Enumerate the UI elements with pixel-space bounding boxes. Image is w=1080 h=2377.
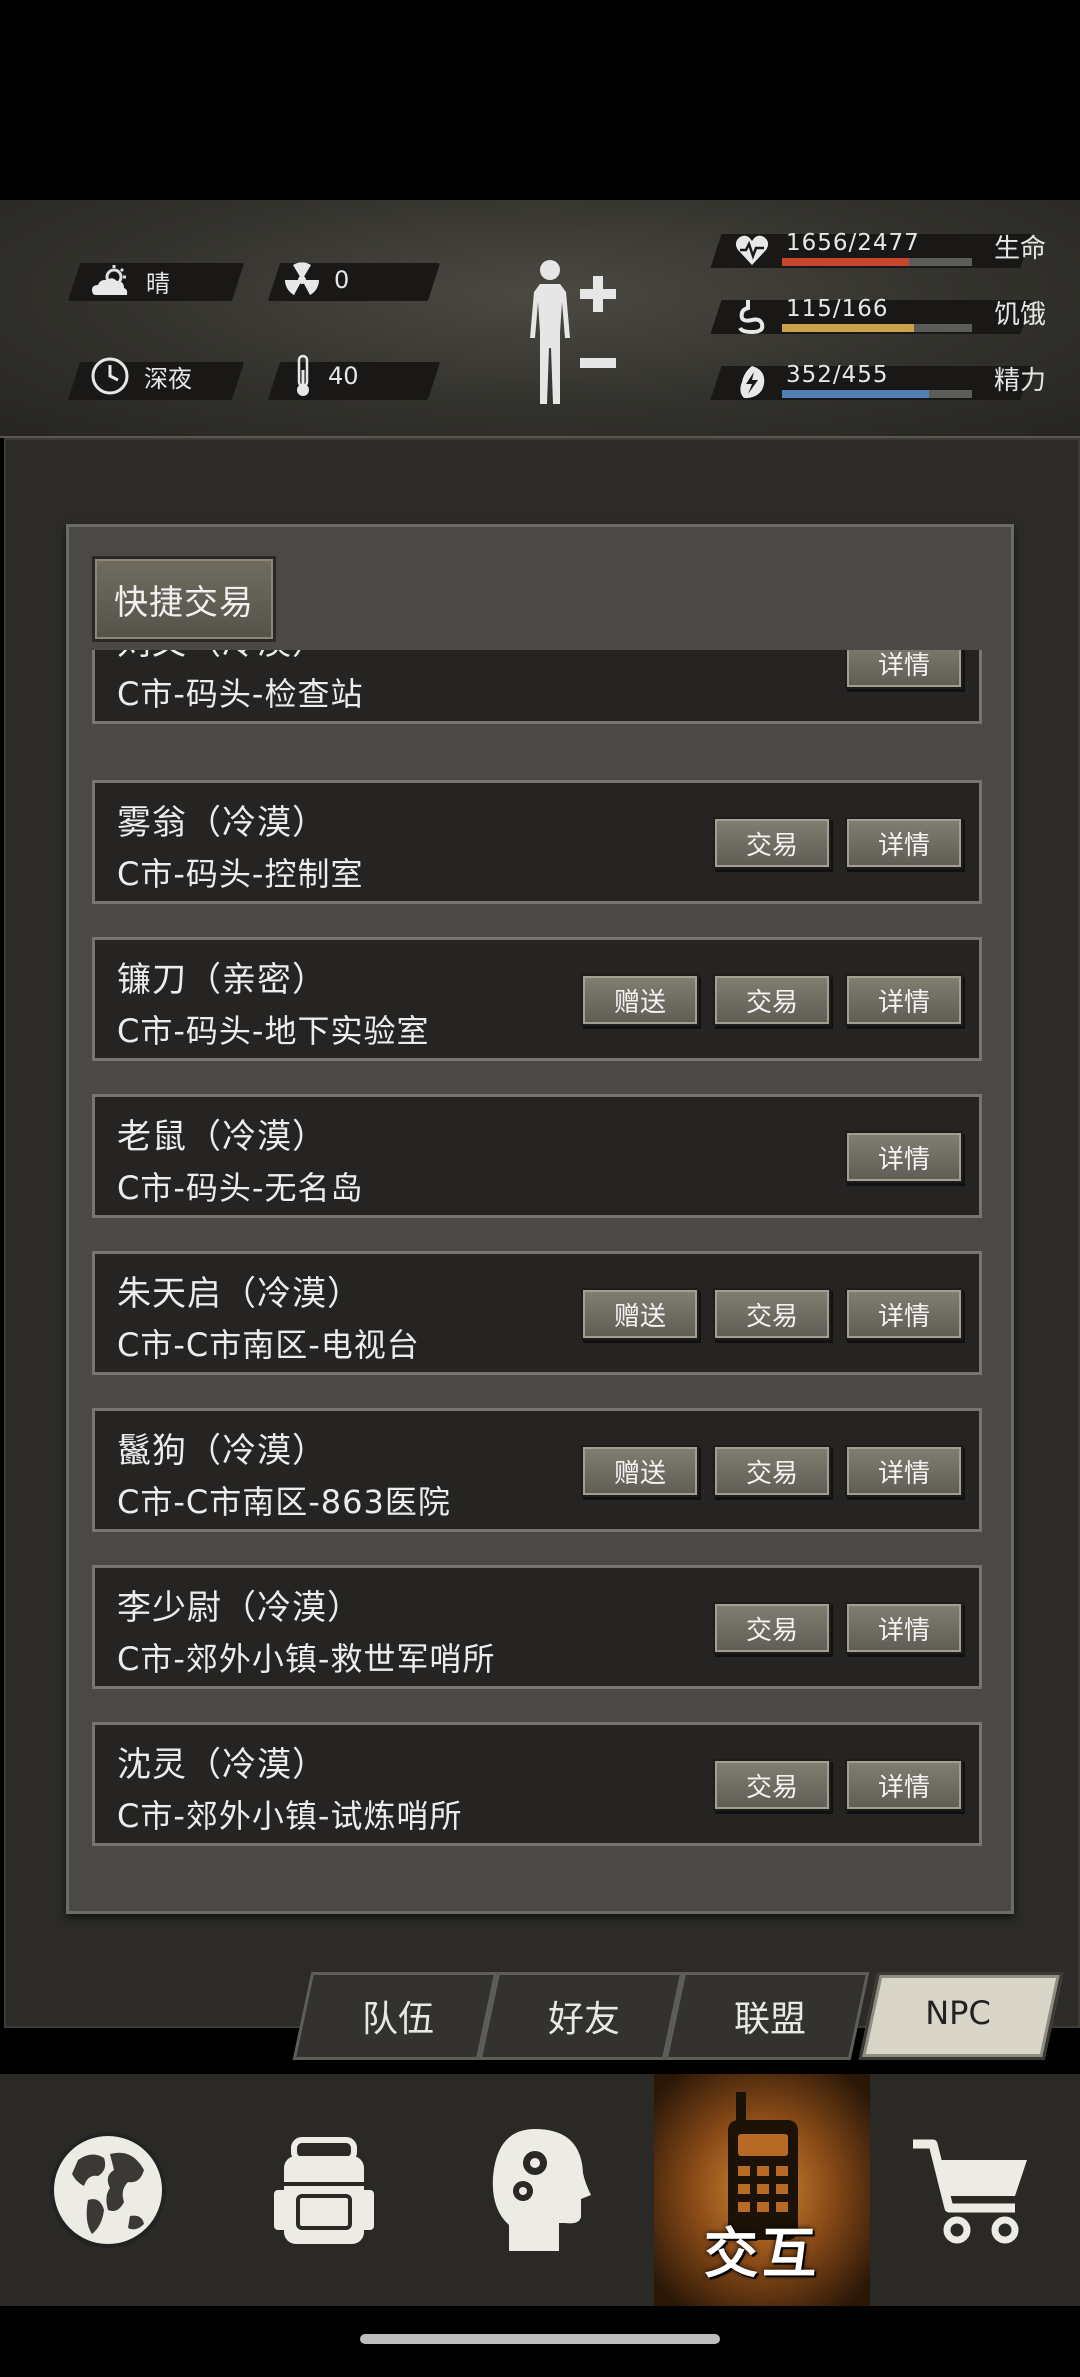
hunger-label: 饥饿 [994,300,1047,330]
npc-name: 朱天启（冷漠） [117,1274,362,1314]
npc-trade-button[interactable]: 交易 [713,974,831,1026]
radiation-value: 0 [334,266,350,294]
health-bar-fill [782,258,910,266]
tab-friends-label: 好友 [547,1999,620,2040]
list-item: 雾翁（冷漠） C市-码头-控制室 交易 详情 [92,780,982,904]
temperature-chip[interactable]: 40 [292,354,359,398]
npc-location: C市-郊外小镇-救世军哨所 [117,1640,496,1678]
npc-gift-button[interactable]: 赠送 [581,974,699,1026]
quick-trade-button[interactable]: 快捷交易 [92,556,276,642]
npc-location: C市-郊外小镇-试炼哨所 [117,1797,463,1835]
npc-details-button[interactable]: 详情 [845,817,963,869]
list-item: 老鼠（冷漠） C市-码头-无名岛 详情 [92,1094,982,1218]
health-label: 生命 [994,234,1047,264]
nav-interact-label: 交互 [704,2222,820,2285]
energy-label: 精力 [994,366,1047,396]
stat-health: 1656/2477 生命 [710,230,1056,270]
nav-backpack-button[interactable] [216,2074,432,2306]
npc-location: C市-码头-控制室 [117,855,364,893]
stat-hunger: 115/166 饥饿 [710,296,1056,336]
npc-details-button[interactable]: 详情 [845,1759,963,1811]
nav-shop-button[interactable] [864,2074,1080,2306]
energy-value: 352/455 [786,362,889,388]
thermometer-icon [297,354,309,396]
npc-location: C市-码头-检查站 [117,675,364,713]
cloud-sun-icon [92,264,128,295]
body-status-button[interactable] [520,258,624,408]
nav-world-button[interactable] [0,2074,216,2306]
npc-name: 镰刀（亲密） [117,960,327,1000]
plus-icon [580,276,616,312]
npc-location: C市-码头-地下实验室 [117,1012,430,1050]
npc-trade-button[interactable]: 交易 [713,1288,831,1340]
clock-icon [91,357,129,395]
heart-icon [735,235,769,265]
npc-name: 雾翁（冷漠） [117,803,327,843]
head-gears-icon [492,2129,591,2251]
npc-name: 刘文（冷漠） [117,650,327,664]
nav-skills-button[interactable] [432,2074,648,2306]
tab-alliance-label: 联盟 [733,1999,806,2040]
npc-details-button[interactable]: 详情 [845,1288,963,1340]
energy-icon [740,366,765,398]
npc-name: 李少尉（冷漠） [117,1588,362,1628]
human-body-icon [530,260,570,404]
cart-icon [913,2139,1027,2244]
npc-details-button[interactable]: 详情 [845,1602,963,1654]
tab-npc-label: NPC [925,1994,991,2032]
npc-trade-button[interactable]: 交易 [713,1759,831,1811]
npc-name: 鬣狗（冷漠） [117,1431,327,1471]
hunger-bar [782,324,972,332]
health-bar [782,258,972,266]
weather-text: 晴 [146,270,170,298]
stomach-icon [738,300,765,334]
list-item: 鬣狗（冷漠） C市-C市南区-863医院 赠送 交易 详情 [92,1408,982,1532]
energy-bar-fill [782,390,930,398]
nav-interact-button[interactable]: 交互 [654,2074,870,2306]
npc-trade-button[interactable]: 交易 [713,1445,831,1497]
tab-team-label: 队伍 [361,1999,434,2040]
npc-trade-button[interactable]: 交易 [713,1602,831,1654]
time-text: 深夜 [144,364,192,393]
npc-gift-button[interactable]: 赠送 [581,1288,699,1340]
radiation-icon [285,262,319,295]
weather-chip[interactable]: 晴 [90,264,170,299]
list-item: 刘文（冷漠） C市-码头-检查站 详情 [92,650,982,724]
npc-details-button[interactable]: 详情 [845,1131,963,1183]
list-item: 镰刀（亲密） C市-码头-地下实验室 赠送 交易 详情 [92,937,982,1061]
hunger-value: 115/166 [786,296,889,322]
npc-name: 沈灵（冷漠） [117,1745,327,1785]
npc-details-button[interactable]: 详情 [845,1445,963,1497]
energy-bar [782,390,972,398]
npc-name: 老鼠（冷漠） [117,1117,327,1157]
stat-energy: 352/455 精力 [710,362,1056,402]
home-indicator[interactable] [360,2334,720,2344]
globe-icon [50,2132,166,2248]
npc-list[interactable]: 刘文（冷漠） C市-码头-检查站 详情 雾翁（冷漠） C市-码头-控制室 交易 … [92,650,986,1850]
npc-details-button[interactable]: 详情 [845,974,963,1026]
hunger-bar-fill [782,324,914,332]
list-item: 朱天启（冷漠） C市-C市南区-电视台 赠送 交易 详情 [92,1251,982,1375]
list-item: 沈灵（冷漠） C市-郊外小镇-试炼哨所 交易 详情 [92,1722,982,1846]
npc-location: C市-C市南区-863医院 [117,1483,451,1521]
npc-details-button[interactable]: 详情 [845,650,963,689]
temperature-value: 40 [328,362,359,390]
npc-gift-button[interactable]: 赠送 [581,1445,699,1497]
npc-location: C市-码头-无名岛 [117,1169,364,1207]
npc-trade-button[interactable]: 交易 [713,817,831,869]
time-chip[interactable]: 深夜 [90,356,192,396]
backpack-icon [274,2137,374,2244]
radiation-chip[interactable]: 0 [284,262,349,298]
npc-location: C市-C市南区-电视台 [117,1326,420,1364]
health-value: 1656/2477 [786,230,920,256]
minus-icon [580,358,616,368]
list-item: 李少尉（冷漠） C市-郊外小镇-救世军哨所 交易 详情 [92,1565,982,1689]
